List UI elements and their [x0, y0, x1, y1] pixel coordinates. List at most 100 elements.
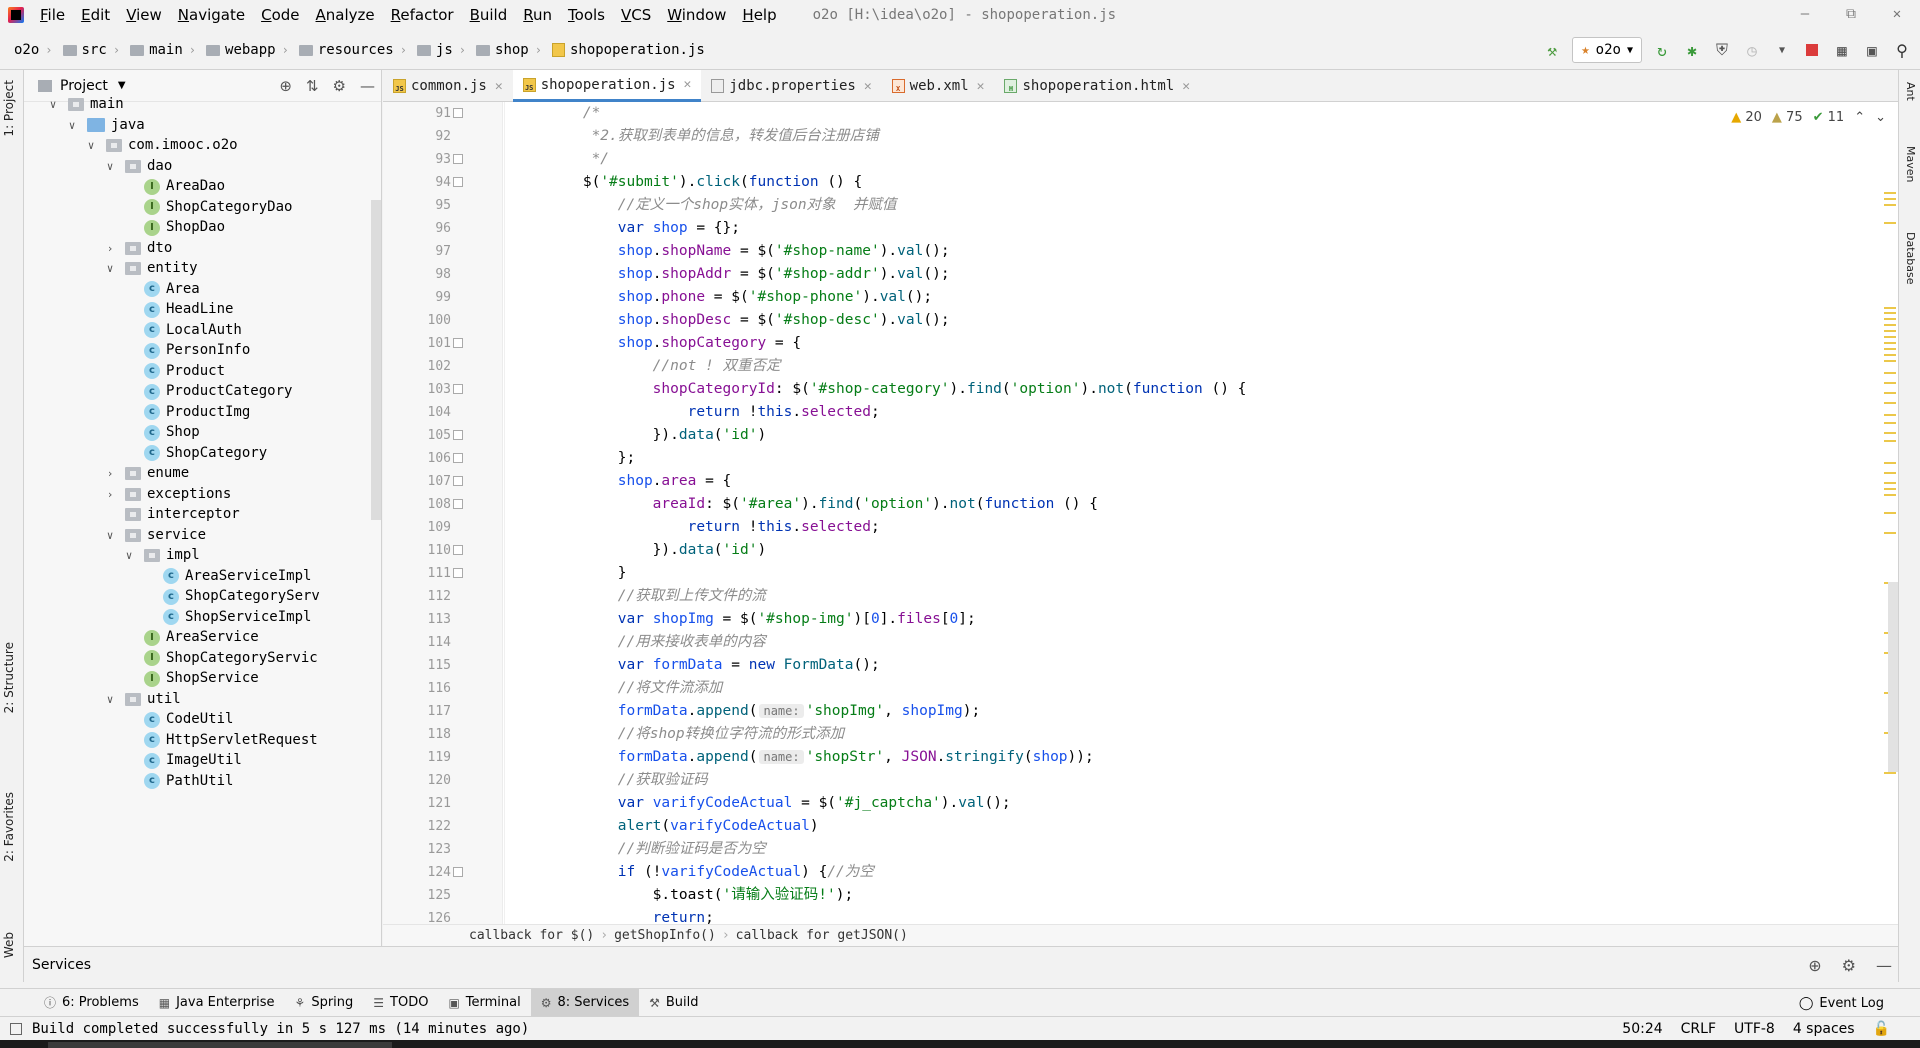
warning-marker[interactable] [1884, 372, 1896, 374]
tree-node-pathutil[interactable]: c PathUtil [122, 769, 233, 794]
code-line[interactable]: //获取验证码 [513, 769, 708, 792]
run-configuration-select[interactable]: ★ o2o ▼ [1572, 37, 1642, 63]
code-line[interactable]: shopCategoryId: $('#shop-category').find… [513, 378, 1247, 401]
menu-window[interactable]: Window [659, 0, 734, 30]
warning-marker[interactable] [1884, 360, 1896, 362]
fold-marker-icon[interactable] [453, 499, 463, 509]
warning-marker[interactable] [1884, 440, 1896, 442]
code-line[interactable]: *2.获取到表单的信息，转发值后台注册店铺 [513, 125, 879, 148]
warning-marker[interactable] [1884, 488, 1896, 490]
code-line[interactable]: var shop = {}; [513, 217, 740, 240]
tool-window-8-services[interactable]: ⚙ 8: Services [530, 988, 640, 1017]
fold-marker-icon[interactable] [453, 867, 463, 877]
project-scrollbar[interactable] [371, 200, 381, 520]
fold-marker-icon[interactable] [453, 154, 463, 164]
code-line[interactable]: return !this.selected; [513, 401, 880, 424]
menu-code[interactable]: Code [253, 0, 307, 30]
breadcrumb-item[interactable]: shopoperation.js [546, 42, 709, 58]
tool-tab-favorites[interactable]: 2: Favorites [2, 792, 16, 862]
warning-marker[interactable] [1884, 392, 1896, 394]
code-editor[interactable]: 91 92 93 94 95 96 97 98 99 100 101 102 103 104 105 106 1… [383, 102, 1898, 924]
warning-marker[interactable] [1884, 462, 1896, 464]
warning-marker[interactable] [1884, 307, 1896, 309]
editor-breadcrumb-item[interactable]: callback for $() [469, 928, 594, 943]
debug-icon[interactable]: ✱ [1682, 40, 1702, 60]
window-layout-icon[interactable]: ▣ [1862, 40, 1882, 60]
caret-position[interactable]: 50:24 [1622, 1021, 1662, 1037]
fold-marker-icon[interactable] [453, 338, 463, 348]
code-line[interactable]: formData.append(name:'shopStr', JSON.str… [513, 746, 1094, 769]
chevron-down-icon[interactable]: ⌄ [1875, 110, 1886, 125]
warning-marker[interactable] [1884, 324, 1896, 326]
editor-tab[interactable]: Hshopoperation.html ✕ [994, 70, 1200, 102]
warning-marker[interactable] [1884, 318, 1896, 320]
code-line[interactable]: formData.append(name:'shopImg', shopImg)… [513, 700, 980, 723]
code-line[interactable]: } [513, 562, 627, 585]
warning-marker[interactable] [1884, 222, 1896, 224]
warning-marker[interactable] [1884, 336, 1896, 338]
tool-tab-ant[interactable]: Ant [1904, 82, 1917, 101]
tool-window-build[interactable]: ⚒ Build [639, 989, 708, 1017]
tool-window-spring[interactable]: ⚘ Spring [285, 989, 364, 1017]
code-line[interactable]: shop.shopName = $('#shop-name').val(); [513, 240, 950, 263]
code-line[interactable]: //定义一个shop实体，json对象 并赋值 [513, 194, 897, 217]
expanded-arrow-icon[interactable]: ∨ [65, 113, 79, 138]
fold-marker-icon[interactable] [453, 568, 463, 578]
warning-marker[interactable] [1884, 204, 1896, 206]
breadcrumb-item[interactable]: o2o › [8, 42, 57, 58]
tool-window-java-enterprise[interactable]: ▦ Java Enterprise [149, 989, 285, 1017]
expanded-arrow-icon[interactable]: ∨ [103, 256, 117, 281]
build-hammer-icon[interactable]: ⚒ [1542, 40, 1562, 60]
warning-marker[interactable] [1884, 472, 1896, 474]
chevron-up-icon[interactable]: ⌃ [1854, 110, 1865, 125]
code-line[interactable]: shop.area = { [513, 470, 732, 493]
fold-marker-icon[interactable] [453, 177, 463, 187]
expanded-arrow-icon[interactable]: ∨ [46, 92, 60, 117]
close-icon[interactable]: ✕ [1874, 0, 1920, 30]
menu-vcs[interactable]: VCS [613, 0, 659, 30]
editor-scrollbar[interactable] [1888, 582, 1898, 772]
indent-setting[interactable]: 4 spaces [1793, 1021, 1855, 1037]
fold-marker-icon[interactable] [453, 545, 463, 555]
rerun-icon[interactable]: ↻ [1652, 40, 1672, 60]
code-line[interactable]: $.toast('请输入验证码!'); [513, 884, 854, 907]
chevron-down-icon[interactable]: ▼ [1772, 40, 1792, 60]
editor-tab[interactable]: Xweb.xml ✕ [882, 70, 995, 102]
tool-tab-maven[interactable]: Maven [1904, 146, 1917, 182]
code-line[interactable]: if (!varifyCodeActual) {//为空 [513, 861, 874, 884]
code-line[interactable]: $('#submit').click(function () { [513, 171, 862, 194]
code-line[interactable]: shop.shopCategory = { [513, 332, 801, 355]
warning-marker[interactable] [1884, 494, 1896, 496]
breadcrumb-item[interactable]: resources › [293, 42, 411, 58]
code-line[interactable]: shop.shopDesc = $('#shop-desc').val(); [513, 309, 950, 332]
code-line[interactable]: //判断验证码是否为空 [513, 838, 766, 861]
code-line[interactable]: }).data('id') [513, 539, 767, 562]
locate-icon[interactable]: ⊕ [279, 77, 292, 95]
gear-icon[interactable]: ⚙ [333, 77, 346, 95]
file-encoding[interactable]: UTF-8 [1734, 1021, 1775, 1037]
editor-tab[interactable]: JS shopoperation.js ✕ [512, 70, 702, 102]
warning-marker[interactable] [1884, 402, 1896, 404]
code-line[interactable]: //将shop转换位字符流的形式添加 [513, 723, 844, 746]
code-line[interactable]: */ [513, 148, 609, 171]
warning-marker[interactable] [1884, 342, 1896, 344]
code-line[interactable]: shop.shopAddr = $('#shop-addr').val(); [513, 263, 950, 286]
warning-marker[interactable] [1884, 192, 1896, 194]
fold-marker-icon[interactable] [453, 453, 463, 463]
fold-marker-icon[interactable] [453, 430, 463, 440]
profile-icon[interactable]: ◷ [1742, 40, 1762, 60]
fold-marker-icon[interactable] [453, 384, 463, 394]
expanded-arrow-icon[interactable]: ∨ [84, 133, 98, 158]
expanded-arrow-icon[interactable]: ∨ [122, 543, 136, 568]
warning-marker[interactable] [1884, 312, 1896, 314]
code-line[interactable]: shop.phone = $('#shop-phone').val(); [513, 286, 932, 309]
code-line[interactable]: //用来接收表单的内容 [513, 631, 766, 654]
code-line[interactable]: var varifyCodeActual = $('#j_captcha').v… [513, 792, 1011, 815]
tool-tab-web[interactable]: Web [2, 932, 16, 958]
code-line[interactable]: areaId: $('#area').find('option').not(fu… [513, 493, 1098, 516]
tool-tab-database[interactable]: Database [1904, 232, 1917, 285]
code-line[interactable]: //获取到上传文件的流 [513, 585, 766, 608]
code-line[interactable]: //not ! 双重否定 [513, 355, 781, 378]
editor-tab[interactable]: jdbc.properties ✕ [701, 70, 881, 102]
tool-tab-structure[interactable]: 2: Structure [2, 642, 16, 713]
